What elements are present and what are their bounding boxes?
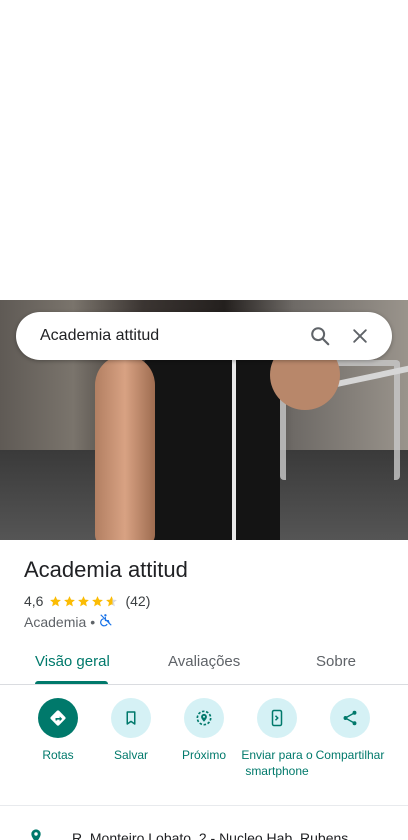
bookmark-icon xyxy=(111,698,151,738)
directions-button[interactable]: Rotas xyxy=(18,698,98,763)
share-label: Compartilhar xyxy=(315,748,385,762)
star-rating xyxy=(49,595,119,608)
category-row: Academia • xyxy=(24,613,113,630)
review-count[interactable]: (42) xyxy=(125,593,150,609)
tab-about[interactable]: Sobre xyxy=(316,653,356,670)
search-bar[interactable]: Academia attitud xyxy=(16,312,392,360)
search-icon[interactable] xyxy=(300,316,340,356)
send-to-phone-button[interactable]: Enviar para o smartphone xyxy=(237,698,317,779)
send-to-phone-label: Enviar para o smartphone xyxy=(241,748,313,778)
action-buttons: Rotas Salvar Próximo Enviar para o smart… xyxy=(0,698,408,798)
star-icon xyxy=(64,595,76,606)
star-icon xyxy=(92,595,104,606)
directions-icon xyxy=(38,698,78,738)
photo-stripe xyxy=(232,360,236,540)
map-area[interactable] xyxy=(0,0,408,300)
nearby-icon xyxy=(184,698,224,738)
directions-label: Rotas xyxy=(42,748,74,762)
nearby-button[interactable]: Próximo xyxy=(164,698,244,763)
category-separator: • xyxy=(90,613,96,630)
search-input[interactable]: Academia attitud xyxy=(40,327,300,345)
wheelchair-not-accessible-icon xyxy=(99,613,113,630)
active-tab-indicator xyxy=(35,681,108,684)
section-divider xyxy=(0,805,408,806)
address-text: R. Monteiro Lobato, 2 - Nucleo Hab. Rube… xyxy=(72,830,349,840)
photo-shirt xyxy=(140,340,280,540)
tab-reviews[interactable]: Avaliações xyxy=(168,653,240,670)
star-icon xyxy=(106,595,118,606)
save-button[interactable]: Salvar xyxy=(91,698,171,763)
place-category: Academia xyxy=(24,613,87,630)
rating-row[interactable]: 4,6 (42) xyxy=(24,593,150,609)
tab-overview[interactable]: Visão geral xyxy=(35,653,110,670)
close-icon[interactable] xyxy=(340,316,380,356)
star-icon xyxy=(50,595,62,606)
place-title: Academia attitud xyxy=(24,557,188,582)
star-icon xyxy=(78,595,90,606)
photo-arm xyxy=(95,355,155,540)
share-button[interactable]: Compartilhar xyxy=(310,698,390,763)
send-to-phone-icon xyxy=(257,698,297,738)
rating-value: 4,6 xyxy=(24,593,44,609)
save-label: Salvar xyxy=(113,748,148,762)
location-pin-icon xyxy=(28,828,44,840)
nearby-label: Próximo xyxy=(181,748,226,762)
share-icon xyxy=(330,698,370,738)
place-tabs: Visão geral Avaliações Sobre xyxy=(0,640,408,685)
